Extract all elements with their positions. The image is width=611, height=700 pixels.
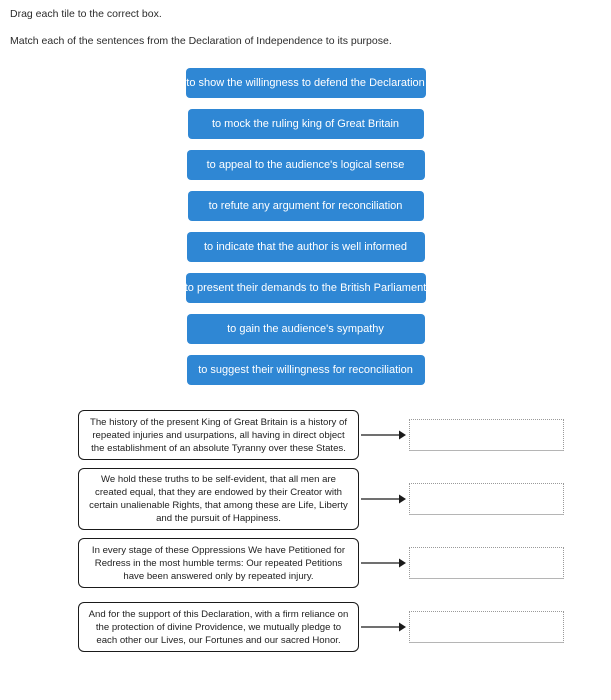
tile-bank: to show the willingness to defend the De…	[0, 68, 611, 385]
draggable-tile[interactable]: to suggest their willingness for reconci…	[186, 355, 425, 385]
draggable-tile[interactable]: to appeal to the audience's logical sens…	[186, 150, 425, 180]
draggable-tile[interactable]: to mock the ruling king of Great Britain	[187, 109, 424, 139]
draggable-tile[interactable]: to gain the audience's sympathy	[186, 314, 425, 344]
match-row: The history of the present King of Great…	[0, 409, 611, 461]
match-row: We hold these truths to be self-evident,…	[0, 468, 611, 530]
drop-target-box[interactable]	[409, 547, 564, 579]
instruction-drag-tiles: Drag each tile to the correct box.	[10, 8, 162, 20]
instructions-block: Drag each tile to the correct box. Match…	[0, 0, 611, 48]
drop-target-box[interactable]	[409, 483, 564, 515]
instruction-match-sentences: Match each of the sentences from the Dec…	[10, 35, 392, 47]
arrow-right-icon	[361, 622, 406, 632]
drop-target-box[interactable]	[409, 611, 564, 643]
match-row: In every stage of these Oppressions We h…	[0, 537, 611, 589]
arrow-right-icon	[361, 430, 406, 440]
draggable-tile[interactable]: to indicate that the author is well info…	[186, 232, 425, 262]
match-row: And for the support of this Declaration,…	[0, 601, 611, 653]
sentence-box: And for the support of this Declaration,…	[78, 602, 359, 652]
draggable-tile[interactable]: to refute any argument for reconciliatio…	[187, 191, 424, 221]
sentence-box: The history of the present King of Great…	[78, 410, 359, 460]
sentence-box: We hold these truths to be self-evident,…	[78, 468, 359, 530]
arrow-right-icon	[361, 494, 406, 504]
sentence-box: In every stage of these Oppressions We h…	[78, 538, 359, 588]
match-area: The history of the present King of Great…	[0, 409, 611, 653]
arrow-right-icon	[361, 558, 406, 568]
drop-target-box[interactable]	[409, 419, 564, 451]
draggable-tile[interactable]: to show the willingness to defend the De…	[185, 68, 426, 98]
draggable-tile[interactable]: to present their demands to the British …	[185, 273, 426, 303]
